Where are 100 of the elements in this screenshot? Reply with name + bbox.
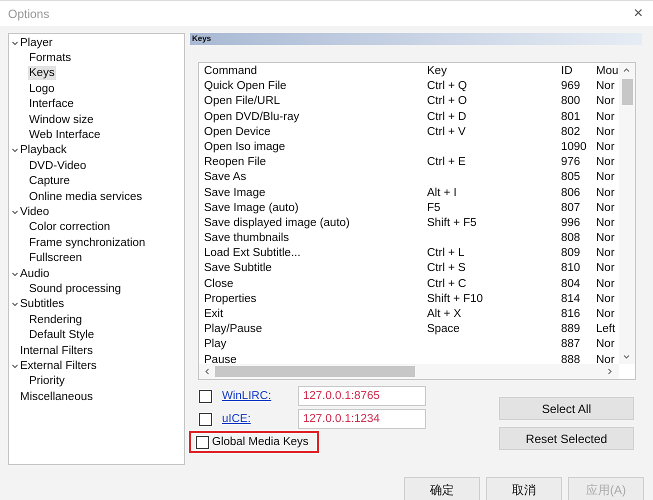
vertical-scrollbar[interactable] [619,63,635,364]
scroll-left-icon[interactable] [204,368,211,375]
tree-item[interactable]: Audio [19,266,50,281]
column-header[interactable]: Command [204,64,427,80]
input-field[interactable]: 127.0.0.1:1234 [298,409,426,429]
tree-item[interactable]: Keys [28,66,56,80]
input-field[interactable]: 127.0.0.1:8765 [298,386,426,406]
table-cell-text: Open Iso image [204,140,286,155]
tree-item[interactable]: Default Style [28,328,96,342]
column-header[interactable]: Mou [596,64,619,80]
table-cell-text: 806 [561,186,582,200]
tree-item[interactable]: Sound processing [28,282,122,296]
tree-item[interactable]: Capture [28,174,71,188]
table-cell-text: Save Image (auto) [204,200,300,216]
table-cell-text: Load Ext Subtitle... [204,246,302,262]
tree-item[interactable]: Player [19,36,54,50]
table-cell-text: Shift + F10 [427,292,484,307]
tree-item[interactable]: Color correction [28,220,112,234]
table-cell-text: Save displayed image (auto) [204,216,351,231]
scroll-up-icon[interactable] [623,67,630,74]
link[interactable]: WinLIRC: [222,390,298,402]
caret-icon[interactable] [11,208,19,216]
tree-item[interactable]: Miscellaneous [19,390,94,404]
table-cell-text: Play/Pause [204,322,264,338]
tree-item[interactable]: Web Interface [28,128,102,142]
table-cell: Nor [596,292,616,307]
table-cell-text: 976 [561,155,582,170]
table-cell-text: Save Image [204,186,266,200]
table-cell: Left [596,322,616,338]
table-cell: Nor [596,352,616,368]
table-cell-text: Nor [596,216,616,231]
tree-item[interactable]: Logo [28,82,56,96]
caret-icon[interactable] [11,38,19,47]
table-cell: Nor [596,79,616,94]
action-button[interactable]: Reset Selected [499,427,634,450]
table-cell-text: Save Subtitle [204,261,273,276]
table-cell: Nor [596,110,616,125]
dialog-button[interactable]: 确定 [404,477,480,500]
tree-item[interactable]: External Filters [19,358,98,373]
scroll-right-icon[interactable] [606,368,613,375]
table-cell-text: Nor [596,261,616,276]
table-cell-text: Ctrl + L [427,246,466,262]
table-cell-text: Open File/URL [204,94,282,110]
table-cell-text: 800 [561,94,582,110]
tree-item[interactable]: Playback [19,143,68,158]
scroll-down-icon[interactable] [623,353,630,360]
caret-icon[interactable] [11,362,19,370]
table-cell: Nor [596,246,616,262]
table-cell-text: Close [204,276,234,292]
tree-item[interactable]: Video [19,204,50,219]
table-cell-text: Ctrl + O [427,94,468,110]
table-cell-text: Ctrl + Q [427,79,468,94]
tree-item[interactable]: Fullscreen [28,251,84,266]
dialog-button[interactable]: 取消 [486,477,562,500]
table-cell-text: Nor [596,337,616,352]
tree-item[interactable]: Priority [28,374,66,388]
table-cell-text: Play [204,337,228,352]
table-cell-text: 969 [561,79,582,94]
table-cell-text: Save thumbnails [204,231,290,246]
checkbox[interactable] [199,390,212,402]
table-cell: Nor [596,231,616,246]
column-header[interactable]: ID [561,64,596,80]
caret-icon[interactable] [11,270,19,278]
tree-item[interactable]: Internal Filters [19,344,94,358]
table-cell-text: Exit [204,307,224,322]
table-cell-text: Space [427,322,461,338]
table-cell: Nor [596,155,616,170]
horizontal-scrollbar[interactable] [199,364,619,379]
table-cell-text: Ctrl + D [427,110,468,125]
page-header: Keys [190,33,642,45]
tree-item[interactable]: Online media services [28,190,144,204]
table-cell-text: Pause [204,352,238,368]
checkbox-label[interactable]: Global Media Keys [212,436,309,448]
link[interactable]: uICE: [222,413,298,425]
close-icon[interactable]: × [634,4,643,22]
table-cell-text: Nor [596,307,616,322]
table-cell-text: F5 [427,200,442,216]
scrollbar-thumb[interactable] [215,366,415,377]
tree-item[interactable]: Rendering [28,312,84,327]
table-cell-text: 814 [561,292,582,307]
table-cell-text: 996 [561,216,582,231]
tree-item[interactable]: Interface [28,97,75,112]
table-cell-text: Nor [596,94,616,110]
checkbox[interactable] [196,436,209,448]
table-cell-text: Ctrl + E [427,155,467,170]
scrollbar-thumb[interactable] [622,79,633,105]
tree-item[interactable]: Subtitles [19,297,66,312]
tree-item[interactable]: Formats [28,51,72,66]
tree-item[interactable]: DVD-Video [28,158,88,173]
caret-icon[interactable] [11,300,19,308]
table-cell-text: 809 [561,246,582,262]
caret-icon[interactable] [11,146,19,154]
column-header[interactable]: Key [427,64,561,80]
table-cell: Nor [596,124,616,140]
table-cell-text: 816 [561,307,582,322]
tree-item[interactable]: Window size [28,112,95,127]
checkbox[interactable] [199,412,212,426]
tree-item[interactable]: Frame synchronization [28,236,146,250]
action-button[interactable]: Select All [499,397,634,420]
table-cell-text: Properties [204,292,258,307]
